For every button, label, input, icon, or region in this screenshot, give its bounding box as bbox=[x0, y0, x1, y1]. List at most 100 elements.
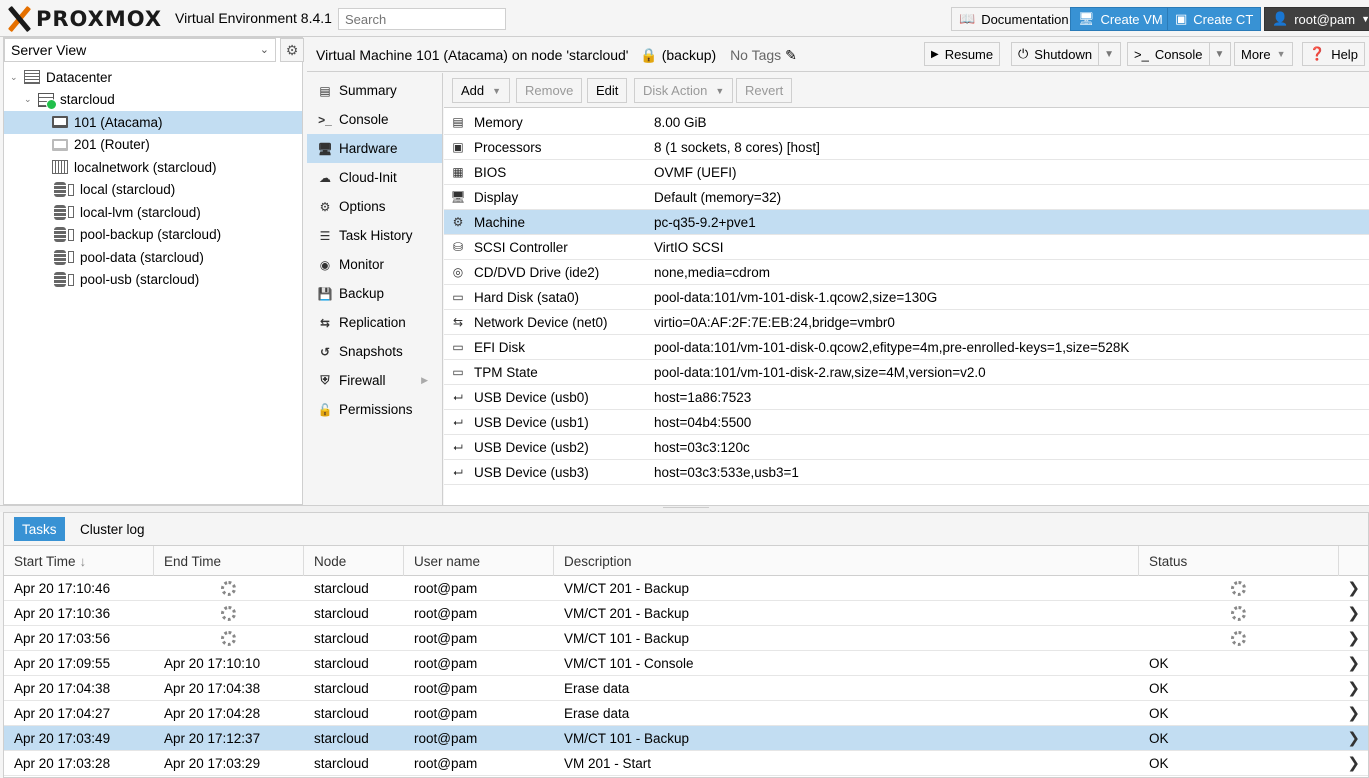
splitter-handle[interactable] bbox=[663, 507, 709, 511]
disk-action-button[interactable]: Disk Action ▼ bbox=[634, 78, 734, 103]
shutdown-button[interactable]: ⏻ Shutdown ▼ bbox=[1011, 42, 1122, 66]
hardware-row-hard-disk[interactable]: ▭ Hard Disk (sata0) pool-data:101/vm-101-d… bbox=[444, 285, 1369, 310]
search-input[interactable] bbox=[338, 8, 506, 30]
nav-console[interactable]: >_ Console bbox=[307, 105, 442, 134]
chevron-down-icon[interactable]: ▼ bbox=[1098, 43, 1114, 65]
nav-replication[interactable]: ⇆ Replication bbox=[307, 308, 442, 337]
console-button[interactable]: >_ Console ▼ bbox=[1127, 42, 1232, 66]
remove-button[interactable]: Remove bbox=[516, 78, 583, 103]
table-row[interactable]: Apr 20 17:03:49 Apr 20 17:12:37 starclou… bbox=[4, 726, 1368, 751]
tree-item-localnetwork[interactable]: localnetwork (starcloud) bbox=[4, 156, 302, 179]
hardware-row-cdrom[interactable]: ◎ CD/DVD Drive (ide2) none,media=cdrom bbox=[444, 260, 1369, 285]
hardware-row-usb1[interactable]: ⮠ USB Device (usb1) host=04b4:5500 bbox=[444, 410, 1369, 435]
column-node[interactable]: Node bbox=[304, 546, 404, 576]
shutdown-label: Shutdown bbox=[1034, 46, 1093, 62]
nav-task-history[interactable]: ☰ Task History bbox=[307, 221, 442, 250]
chevron-right-icon[interactable]: ❯ bbox=[1347, 579, 1360, 597]
hardware-row-memory[interactable]: ▤ Memory 8.00 GiB bbox=[444, 110, 1369, 135]
nav-hardware[interactable]: 🖥 Hardware bbox=[307, 134, 442, 163]
column-end-time[interactable]: End Time bbox=[154, 546, 304, 576]
tree-item-vm-201[interactable]: 201 (Router) bbox=[4, 134, 302, 157]
console-label: Console bbox=[1154, 46, 1203, 62]
column-start-time[interactable]: Start Time ↓ bbox=[4, 546, 154, 576]
tree-item-storage-pool-usb[interactable]: pool-usb (starcloud) bbox=[4, 269, 302, 292]
nav-summary[interactable]: ▤ Summary bbox=[307, 76, 442, 105]
storage-status-icon bbox=[68, 273, 74, 286]
hardware-name: CD/DVD Drive (ide2) bbox=[474, 264, 600, 280]
hardware-row-bios[interactable]: ▦ BIOS OVMF (UEFI) bbox=[444, 160, 1369, 185]
documentation-button[interactable]: 📖 Documentation bbox=[951, 7, 1077, 31]
chevron-right-icon[interactable]: ❯ bbox=[1347, 679, 1360, 697]
edit-button[interactable]: Edit bbox=[587, 78, 628, 103]
revert-button[interactable]: Revert bbox=[736, 78, 793, 103]
collapse-icon[interactable]: ⌄ bbox=[10, 72, 20, 83]
tab-tasks[interactable]: Tasks bbox=[14, 517, 65, 541]
chevron-right-icon[interactable]: ❯ bbox=[1347, 604, 1360, 622]
chevron-right-icon[interactable]: ❯ bbox=[1347, 654, 1360, 672]
table-row[interactable]: Apr 20 17:04:38 Apr 20 17:04:38 starclou… bbox=[4, 676, 1368, 701]
collapse-icon[interactable]: ⌄ bbox=[24, 94, 34, 105]
create-vm-button[interactable]: 🖥 Create VM bbox=[1070, 7, 1171, 31]
column-label: Description bbox=[564, 553, 632, 569]
tree-item-storage-pool-data[interactable]: pool-data (starcloud) bbox=[4, 246, 302, 269]
chevron-right-icon[interactable]: ❯ bbox=[1347, 754, 1360, 772]
memory-icon: ▤ bbox=[452, 115, 464, 129]
create-vm-label: Create VM bbox=[1100, 11, 1163, 27]
table-row[interactable]: Apr 20 17:10:46 starcloud root@pam VM/CT… bbox=[4, 576, 1368, 601]
hardware-row-network[interactable]: ⇆ Network Device (net0) virtio=0A:AF:2F:7E… bbox=[444, 310, 1369, 335]
column-status[interactable]: Status bbox=[1139, 546, 1339, 576]
proxmox-logo[interactable]: PROXMOX bbox=[6, 5, 162, 33]
chevron-right-icon[interactable]: ❯ bbox=[1347, 629, 1360, 647]
nav-permissions[interactable]: 🔓 Permissions bbox=[307, 395, 442, 424]
panel-splitter[interactable] bbox=[0, 505, 1369, 512]
tab-cluster-log[interactable]: Cluster log bbox=[72, 517, 153, 541]
tree-item-vm-101[interactable]: 101 (Atacama) bbox=[4, 111, 302, 134]
table-row[interactable]: Apr 20 17:09:55 Apr 20 17:10:10 starclou… bbox=[4, 651, 1368, 676]
tree-item-node[interactable]: ⌄ starcloud bbox=[4, 89, 302, 112]
nav-backup[interactable]: 💾 Backup bbox=[307, 279, 442, 308]
table-row[interactable]: Apr 20 17:03:28 Apr 20 17:03:29 starclou… bbox=[4, 751, 1368, 776]
add-button[interactable]: Add ▼ bbox=[452, 78, 511, 103]
create-ct-button[interactable]: ▣ Create CT bbox=[1167, 7, 1262, 31]
hardware-row-processors[interactable]: ▣ Processors 8 (1 sockets, 8 cores) [host] bbox=[444, 135, 1369, 160]
view-selector[interactable]: Server View ⌄ bbox=[4, 38, 276, 62]
tree-item-datacenter[interactable]: ⌄ Datacenter bbox=[4, 66, 302, 89]
cell-user: root@pam bbox=[414, 606, 478, 621]
column-user-name[interactable]: User name bbox=[404, 546, 554, 576]
hardware-row-usb3[interactable]: ⮠ USB Device (usb3) host=03c3:533e,usb3=1 bbox=[444, 460, 1369, 485]
cell-node: starcloud bbox=[314, 606, 369, 621]
column-description[interactable]: Description bbox=[554, 546, 1139, 576]
tree-item-storage-local[interactable]: local (starcloud) bbox=[4, 179, 302, 202]
nav-snapshots[interactable]: ↺ Snapshots bbox=[307, 337, 442, 366]
storage-status-icon bbox=[68, 183, 74, 196]
table-row[interactable]: Apr 20 17:04:27 Apr 20 17:04:28 starclou… bbox=[4, 701, 1368, 726]
tree-item-storage-pool-backup[interactable]: pool-backup (starcloud) bbox=[4, 224, 302, 247]
help-button[interactable]: ❓ Help bbox=[1302, 42, 1365, 66]
hardware-row-machine[interactable]: ⚙ Machine pc-q35-9.2+pve1 bbox=[444, 210, 1369, 235]
nav-label: Monitor bbox=[339, 257, 385, 272]
hardware-row-tpm[interactable]: ▭ TPM State pool-data:101/vm-101-disk-2.ra… bbox=[444, 360, 1369, 385]
nav-options[interactable]: ⚙ Options bbox=[307, 192, 442, 221]
tree-item-storage-local-lvm[interactable]: local-lvm (starcloud) bbox=[4, 201, 302, 224]
hardware-row-scsi[interactable]: ⛁ SCSI Controller VirtIO SCSI bbox=[444, 235, 1369, 260]
table-row[interactable]: Apr 20 17:10:36 starcloud root@pam VM/CT… bbox=[4, 601, 1368, 626]
hardware-row-efi-disk[interactable]: ▭ EFI Disk pool-data:101/vm-101-disk-0.qco… bbox=[444, 335, 1369, 360]
chevron-right-icon[interactable]: ❯ bbox=[1347, 729, 1360, 747]
tree-settings-button[interactable]: ⚙ bbox=[280, 38, 304, 62]
nav-firewall[interactable]: ⛨ Firewall ▶ bbox=[307, 366, 442, 395]
pencil-icon[interactable]: ✎ bbox=[785, 47, 797, 63]
more-button[interactable]: More ▼ bbox=[1234, 42, 1293, 66]
chevron-right-icon[interactable]: ❯ bbox=[1347, 704, 1360, 722]
chevron-down-icon[interactable]: ▼ bbox=[1208, 43, 1224, 65]
hardware-row-usb0[interactable]: ⮠ USB Device (usb0) host=1a86:7523 bbox=[444, 385, 1369, 410]
resume-button[interactable]: ▶ Resume bbox=[924, 42, 1001, 66]
table-row[interactable]: Apr 20 17:03:56 starcloud root@pam VM/CT… bbox=[4, 626, 1368, 651]
user-menu-button[interactable]: 👤 root@pam ▼ bbox=[1264, 7, 1369, 31]
hardware-row-display[interactable]: 🖥 Display Default (memory=32) bbox=[444, 185, 1369, 210]
expand-arrow-icon[interactable]: ▶ bbox=[421, 375, 428, 386]
nav-monitor[interactable]: ◉ Monitor bbox=[307, 250, 442, 279]
vm-nav: ▤ Summary >_ Console 🖥 Hardware ☁ Cloud-Init… bbox=[307, 73, 443, 505]
nav-cloud-init[interactable]: ☁ Cloud-Init bbox=[307, 163, 442, 192]
play-icon: ▶ bbox=[931, 48, 939, 60]
hardware-row-usb2[interactable]: ⮠ USB Device (usb2) host=03c3:120c bbox=[444, 435, 1369, 460]
